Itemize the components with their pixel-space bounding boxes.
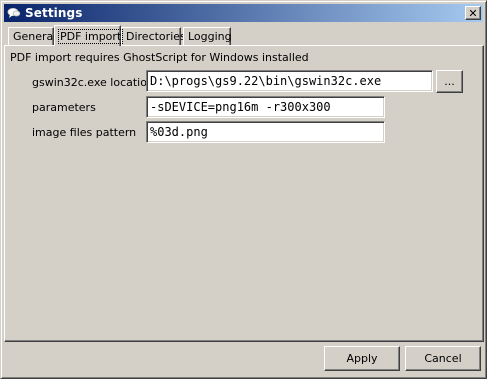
cancel-button[interactable]: Cancel [405,346,481,371]
close-button[interactable]: ✕ [465,6,481,20]
tab-panel-pdf-import: PDF import requires GhostScript for Wind… [4,45,484,342]
chat-bubble-icon [7,6,21,20]
tab-pdf-import[interactable]: PDF import [54,25,124,46]
gswin-location-input[interactable]: D:\progs\gs9.22\bin\gswin32c.exe [146,70,433,92]
title-bar[interactable]: Settings ✕ [4,4,483,22]
settings-window: Settings ✕ General PDF import Directorie… [0,0,487,379]
image-pattern-input[interactable]: %03d.png [146,121,385,143]
tab-label: General [13,30,57,43]
tab-label: PDF import [57,28,124,44]
tab-label: Directories [126,30,186,43]
tab-label: Logging [188,30,232,43]
apply-button[interactable]: Apply [324,346,400,371]
tab-directories[interactable]: Directories [121,27,186,45]
gswin-location-label: gswin32c.exe location [32,76,154,89]
tab-general[interactable]: General [8,27,57,45]
tab-logging[interactable]: Logging [183,27,232,45]
close-icon: ✕ [468,6,478,20]
window-title: Settings [25,6,83,20]
tab-bar: General PDF import Directories Logging [6,25,484,46]
ghostscript-note: PDF import requires GhostScript for Wind… [10,51,309,64]
parameters-input[interactable]: -sDEVICE=png16m -r300x300 [146,96,385,118]
image-pattern-label: image files pattern [32,126,137,139]
browse-button[interactable]: ... [436,70,463,93]
parameters-label: parameters [32,101,96,114]
